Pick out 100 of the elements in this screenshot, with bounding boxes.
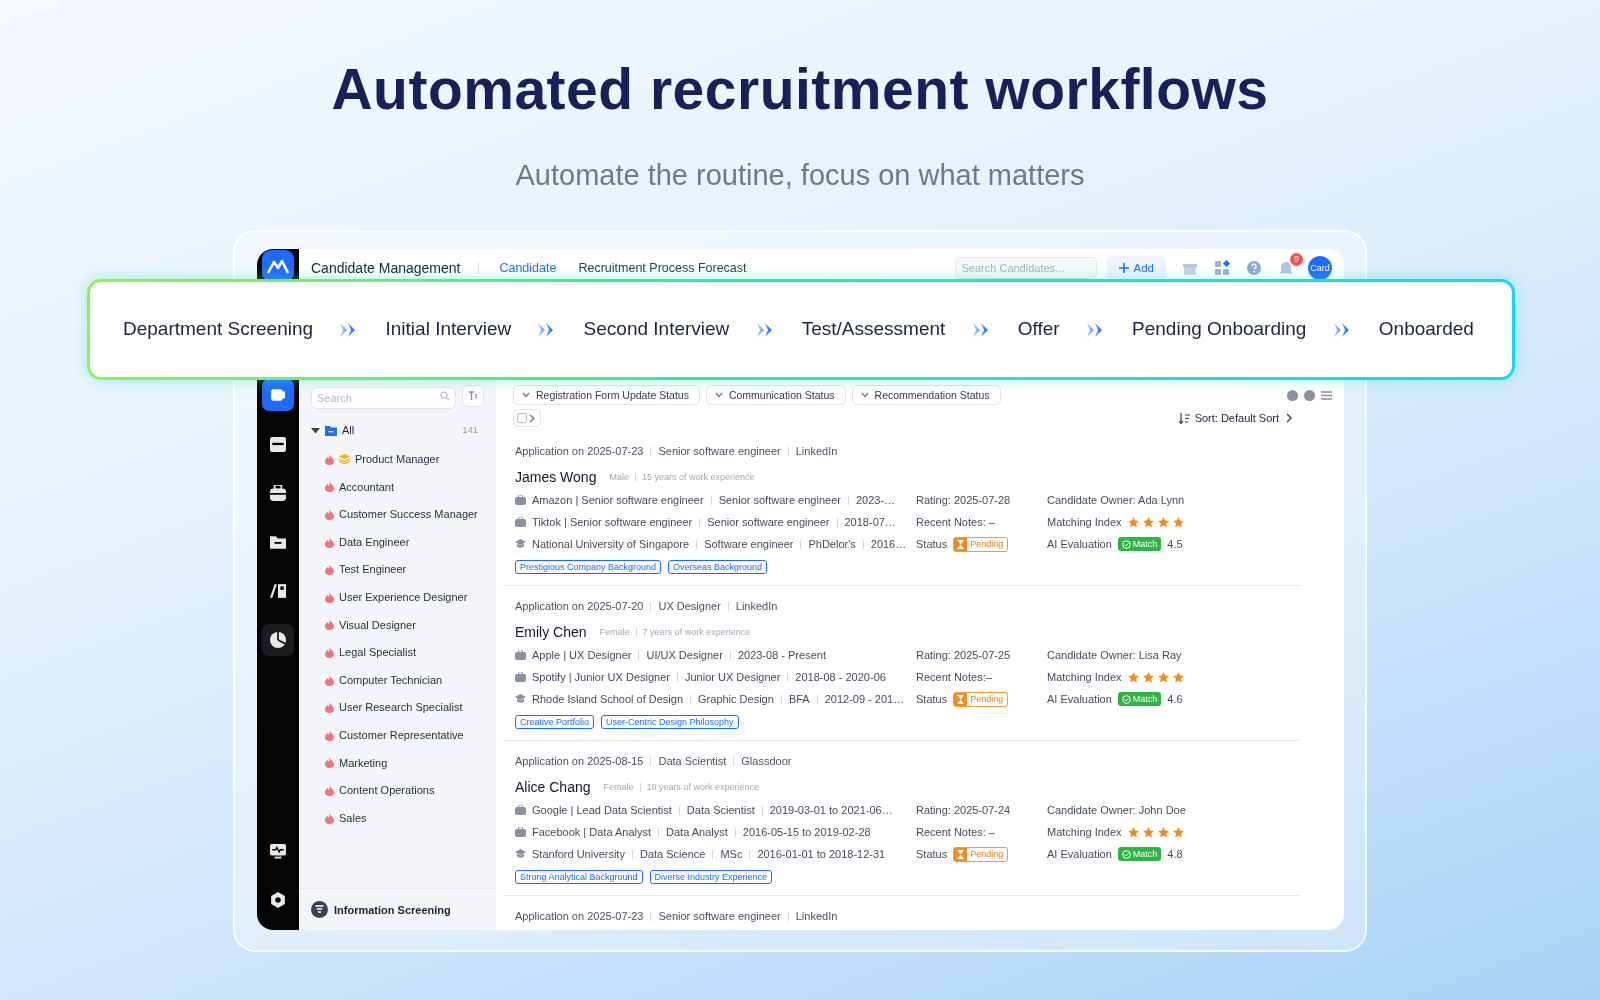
flame-icon (325, 508, 334, 520)
sidebar-item[interactable]: Test Engineer (311, 555, 496, 584)
status-label: Status (916, 847, 948, 863)
filter-icon (468, 391, 478, 402)
briefcase-icon (515, 517, 526, 528)
sidebar-item[interactable]: Content Operations (311, 776, 496, 805)
tree-root-row[interactable]: All 141 (311, 421, 496, 440)
star-icon (1127, 517, 1139, 528)
sidebar-item[interactable]: Product Manager (311, 445, 496, 474)
star-icon (1157, 827, 1169, 838)
gender-label: Male (609, 470, 629, 484)
application-info: Application on 2025-07-23 (515, 444, 644, 460)
caret-icon (860, 392, 869, 399)
tree-label: All (342, 423, 355, 439)
header-tab[interactable]: Recruitment Process Forecast (578, 259, 747, 278)
search-field[interactable]: Search Candidates... (954, 257, 1097, 280)
sort-button[interactable]: Sort: Default Sort (1178, 410, 1294, 427)
layers-icon (339, 454, 350, 465)
history-detail: 2018-07… (844, 515, 896, 531)
sidebar-item[interactable]: Legal Specialist (311, 638, 496, 667)
application-info: Senior software engineer (658, 909, 781, 925)
star-icon (1172, 672, 1184, 683)
workflow-stage: Offer (1017, 317, 1060, 342)
experience-label: 10 years of work experience (646, 780, 760, 794)
gender-label: Female (599, 625, 630, 639)
header-tab[interactable]: Candidate (499, 259, 557, 278)
rail-button[interactable] (262, 379, 294, 412)
history-detail: Senior software engineer (718, 493, 841, 509)
apps-button[interactable] (1214, 260, 1230, 277)
experience-label: 7 years of work experience (642, 625, 751, 639)
select-all-checkbox[interactable] (513, 409, 541, 428)
application-info: LinkedIn (795, 909, 838, 925)
subheadline: Automate the routine, focus on what matters (514, 157, 1086, 193)
flame-icon (325, 481, 334, 493)
bell-icon (1278, 260, 1294, 277)
sidebar-item[interactable]: Visual Designer (311, 611, 496, 639)
search-icon (440, 391, 450, 402)
matching-label: Matching Index (1047, 515, 1122, 531)
star-icon (1142, 517, 1154, 528)
flame-icon (325, 757, 334, 769)
tag: User-Centric Design Philosophy (601, 715, 739, 730)
history-detail: Data Scientist (686, 803, 755, 819)
briefcase-icon (515, 805, 526, 816)
workflow-stage: Initial Interview (385, 317, 512, 342)
sidebar-search-field[interactable]: Search (311, 387, 456, 410)
double-chevron-icon (972, 322, 991, 337)
history-detail: BFA (788, 692, 810, 708)
application-info: Application on 2025-07-23 (515, 909, 644, 925)
workflow-stage: Test/Assessment (801, 317, 946, 342)
sidebar-item[interactable]: Data Engineer (311, 528, 496, 556)
sidebar-item[interactable]: Sales (311, 804, 496, 832)
notifications-button[interactable] (1278, 260, 1294, 277)
briefcase-icon (515, 672, 526, 683)
hourglass-icon (957, 850, 965, 859)
sidebar-item[interactable]: User Experience Designer (311, 583, 496, 612)
sidebar-item[interactable]: Computer Technician (311, 666, 496, 694)
workflow-stage: Onboarded (1378, 317, 1474, 342)
history-detail: 2023-… (855, 493, 896, 509)
rating-label: Rating: 2025-07-24 (916, 803, 1011, 819)
filter-dropdown[interactable]: Recommendation Status (851, 385, 1001, 406)
check-circle-icon (1121, 540, 1131, 549)
add-button[interactable]: Add (1106, 256, 1166, 281)
list-icon[interactable] (1321, 390, 1332, 401)
rail-button[interactable] (262, 624, 294, 657)
filter-dropdown[interactable]: Communication Status (705, 385, 846, 406)
history-detail: 2023-08 - Present (737, 648, 826, 664)
status-tag: Pending (953, 537, 1009, 552)
flame-icon (325, 536, 334, 548)
ai-evaluation-label: AI Evaluation (1047, 692, 1112, 708)
history-detail: Data Science (639, 847, 706, 863)
sidebar-item[interactable]: Customer Representative (311, 721, 496, 749)
briefcase-icon (515, 495, 526, 506)
flame-icon (325, 591, 334, 603)
flame-icon (325, 812, 334, 824)
sidebar-item[interactable]: Customer Success Manager (311, 500, 496, 529)
status-tag: Pending (953, 847, 1009, 862)
history-detail: Amazon | Senior software engineer (532, 493, 704, 509)
tag: Strong Analytical Background (515, 870, 643, 885)
ai-evaluation-label: AI Evaluation (1047, 847, 1112, 863)
star-icon (1157, 672, 1169, 683)
sort-icon (1178, 413, 1190, 424)
flame-icon (325, 702, 334, 714)
chevron-icon (1284, 413, 1294, 424)
graduation-cap-icon (515, 694, 526, 705)
application-info: LinkedIn (795, 444, 838, 460)
filter-dropdown[interactable]: Registration Form Update Status (513, 385, 700, 406)
sidebar-item[interactable]: Marketing (311, 749, 496, 777)
history-detail: Stanford University (532, 847, 625, 863)
sidebar-item[interactable]: Accountant (311, 473, 496, 501)
star-icon (1172, 517, 1184, 528)
sidebar-item[interactable]: User Research Specialist (311, 693, 496, 722)
status-tag: Pending (953, 692, 1009, 707)
check-circle-icon (1121, 695, 1131, 704)
double-chevron-icon (1086, 322, 1105, 337)
application-info: UX Designer (658, 599, 721, 615)
notification-badge: 9 (1290, 253, 1303, 267)
filter-button[interactable] (462, 385, 484, 408)
status-label: Status (916, 537, 948, 553)
rating-label: Rating: 2025-07-25 (916, 648, 1011, 664)
avatar-button[interactable]: Card (1308, 256, 1332, 281)
